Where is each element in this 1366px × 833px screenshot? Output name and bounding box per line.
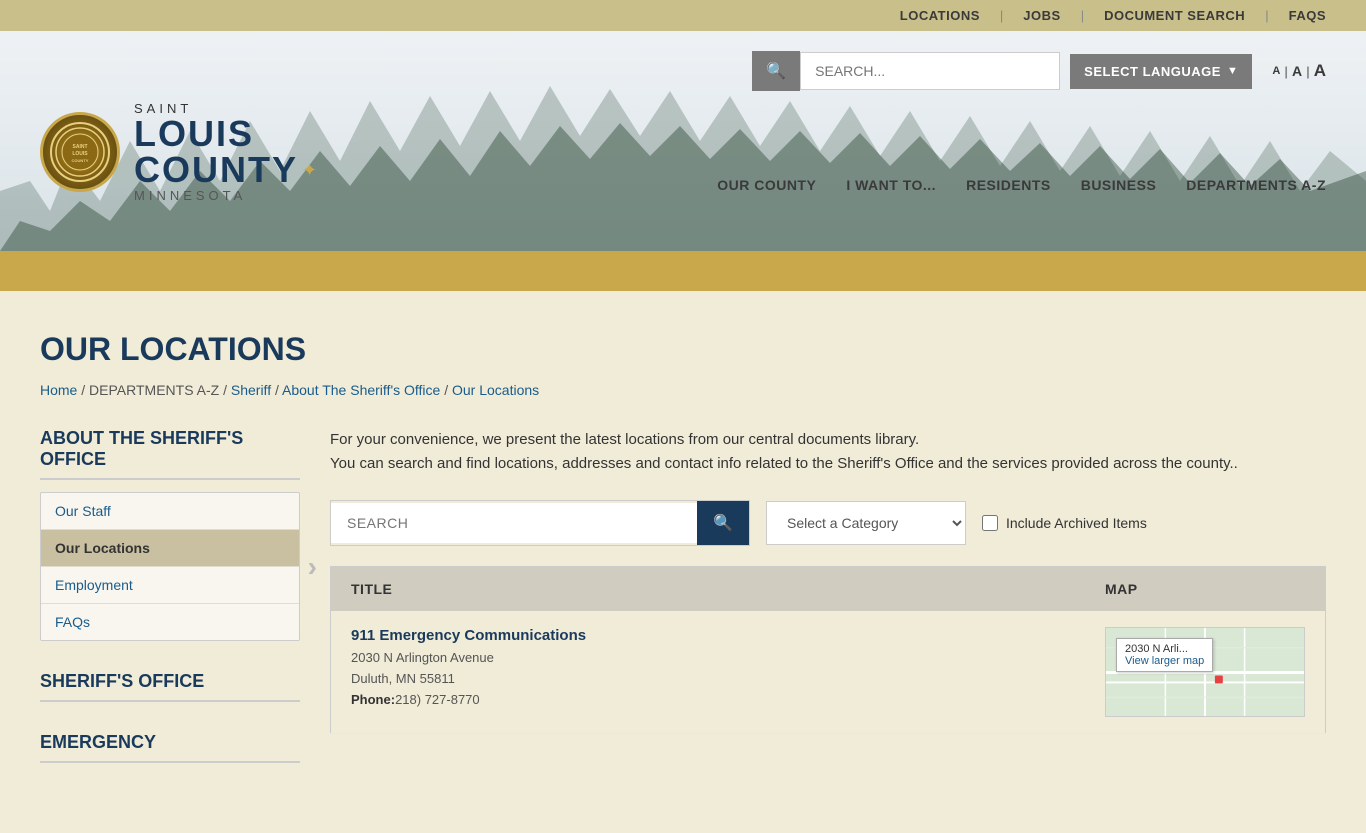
table-cell-map: 2030 N Arli... View larger map <box>1085 611 1326 734</box>
sidebar-box: Our Staff Our Locations Employment FAQs <box>40 492 300 641</box>
nav-business[interactable]: BUSINESS <box>1081 177 1157 193</box>
sidebar-emergency-heading: EMERGENCY <box>40 732 300 763</box>
location-search-input[interactable] <box>331 503 697 543</box>
col-title: TITLE <box>331 567 1086 612</box>
col-map: MAP <box>1085 567 1326 612</box>
sidebar-about-section: ABOUT THE SHERIFF'S OFFICE Our Staff Our… <box>40 428 300 641</box>
table-row: 911 Emergency Communications 2030 N Arli… <box>331 611 1326 734</box>
breadcrumb: Home / DEPARTMENTS A-Z / Sheriff / About… <box>40 382 1326 398</box>
county-seal: SAINT LOUIS COUNTY <box>40 112 120 192</box>
sidebar-about-heading: ABOUT THE SHERIFF'S OFFICE <box>40 428 300 480</box>
logo-text: SAINT LOUIS COUNTY ✦ MINNESOTA <box>134 101 317 203</box>
page-title: OUR LOCATIONS <box>40 331 1326 368</box>
star-icon: ✦ <box>302 160 317 181</box>
nav-our-county[interactable]: OUR COUNTY <box>717 177 816 193</box>
chevron-down-icon: ▼ <box>1227 65 1238 77</box>
category-select[interactable]: Select a Category <box>766 501 966 545</box>
svg-text:SAINT: SAINT <box>73 144 88 150</box>
sidebar-sheriffs-section: SHERIFF'S OFFICE <box>40 671 300 702</box>
header: 🔍 SELECT LANGUAGE ▼ A | A | A <box>0 31 1366 251</box>
table-header-row: TITLE MAP <box>331 567 1326 612</box>
view-larger-map-link[interactable]: View larger map <box>1125 655 1204 667</box>
result-address: 2030 N Arlington Avenue Duluth, MN 55811… <box>351 648 1065 710</box>
header-search-input[interactable] <box>800 52 1060 90</box>
header-search-button[interactable]: 🔍 <box>752 51 800 91</box>
nav-residents[interactable]: RESIDENTS <box>966 177 1051 193</box>
nav-departments-az[interactable]: DEPARTMENTS A-Z <box>1186 177 1326 193</box>
divider-2: | <box>1081 8 1084 23</box>
breadcrumb-home[interactable]: Home <box>40 382 77 398</box>
result-title: 911 Emergency Communications <box>351 627 1065 644</box>
font-size-controls: A | A | A <box>1272 61 1326 81</box>
location-search-button[interactable]: 🔍 <box>697 501 749 545</box>
page-background: OUR LOCATIONS Home / DEPARTMENTS A-Z / S… <box>0 291 1366 833</box>
table-cell-title: 911 Emergency Communications 2030 N Arli… <box>331 611 1086 734</box>
sidebar-item-our-locations[interactable]: Our Locations <box>41 530 299 567</box>
sidebar: ABOUT THE SHERIFF'S OFFICE Our Staff Our… <box>40 428 300 793</box>
search-bar: 🔍 <box>752 51 1060 91</box>
seal-inner: SAINT LOUIS COUNTY <box>50 122 110 182</box>
map-preview: 2030 N Arli... View larger map <box>1105 627 1305 717</box>
map-tooltip: 2030 N Arli... View larger map <box>1116 638 1213 672</box>
filter-bar: 🔍 Select a Category Include Archived Ite… <box>330 500 1326 546</box>
topbar-link-jobs[interactable]: JOBS <box>1023 8 1060 23</box>
breadcrumb-about-sheriff[interactable]: About The Sheriff's Office <box>282 382 440 398</box>
topbar-link-locations[interactable]: LOCATIONS <box>900 8 980 23</box>
nav-i-want-to[interactable]: I WANT TO... <box>846 177 936 193</box>
top-bar: LOCATIONS | JOBS | DOCUMENT SEARCH | FAQ… <box>0 0 1366 31</box>
language-select-button[interactable]: SELECT LANGUAGE ▼ <box>1070 54 1252 89</box>
breadcrumb-our-locations[interactable]: Our Locations <box>452 382 539 398</box>
divider-1: | <box>1000 8 1003 23</box>
svg-text:COUNTY: COUNTY <box>72 158 89 163</box>
main-nav: OUR COUNTY I WANT TO... RESIDENTS BUSINE… <box>717 177 1326 203</box>
archive-checkbox[interactable] <box>982 515 998 531</box>
gold-bar <box>0 251 1366 291</box>
location-search-wrap: 🔍 <box>330 500 750 546</box>
sidebar-item-faqs[interactable]: FAQs <box>41 604 299 640</box>
main-area: For your convenience, we present the lat… <box>330 428 1326 793</box>
sidebar-item-employment[interactable]: Employment <box>41 567 299 604</box>
archive-label[interactable]: Include Archived Items <box>982 515 1147 531</box>
breadcrumb-sheriff[interactable]: Sheriff <box>231 382 271 398</box>
topbar-link-document-search[interactable]: DOCUMENT SEARCH <box>1104 8 1245 23</box>
logo[interactable]: SAINT LOUIS COUNTY SAINT LOUIS COUNTY ✦ … <box>40 101 317 203</box>
svg-text:LOUIS: LOUIS <box>72 151 88 157</box>
font-size-small[interactable]: A <box>1272 65 1280 77</box>
divider-3: | <box>1265 8 1268 23</box>
sidebar-emergency-section: EMERGENCY <box>40 732 300 763</box>
sidebar-item-our-staff[interactable]: Our Staff <box>41 493 299 530</box>
font-size-medium[interactable]: A <box>1292 63 1302 79</box>
font-size-large[interactable]: A <box>1314 61 1326 81</box>
sidebar-sheriffs-heading: SHERIFF'S OFFICE <box>40 671 300 702</box>
breadcrumb-departments: DEPARTMENTS A-Z <box>89 382 219 398</box>
topbar-link-faqs[interactable]: FAQS <box>1289 8 1326 23</box>
results-table: TITLE MAP 911 Emergency Communications 2… <box>330 566 1326 734</box>
content-layout: ABOUT THE SHERIFF'S OFFICE Our Staff Our… <box>40 428 1326 793</box>
intro-text: For your convenience, we present the lat… <box>330 428 1326 476</box>
